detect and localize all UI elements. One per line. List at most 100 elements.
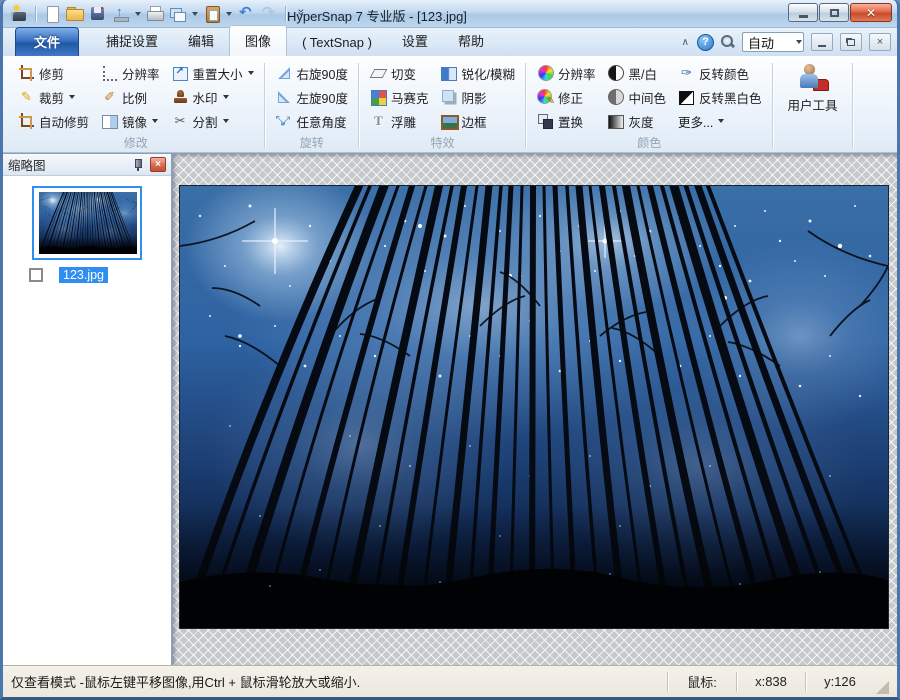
open-folder-icon[interactable]	[65, 4, 85, 24]
paste-icon[interactable]	[202, 4, 222, 24]
button-label: 更多...	[678, 112, 713, 131]
tab-help[interactable]: 帮助	[443, 26, 499, 56]
thumbnail-checkbox[interactable]	[29, 268, 43, 282]
open-image[interactable]	[180, 186, 888, 628]
thumbnail-caption-row: 123.jpg	[3, 267, 171, 283]
thumbnail-item[interactable]	[32, 186, 142, 260]
rotate-left-button[interactable]: 左旋90度	[272, 85, 352, 109]
child-restore-button[interactable]	[840, 33, 862, 51]
tab-capture-settings[interactable]: 捕捉设置	[91, 26, 173, 56]
zoom-mode-select[interactable]: 自动	[742, 32, 804, 52]
minimize-icon	[799, 15, 808, 18]
copy-window-icon[interactable]	[168, 4, 188, 24]
pin-icon[interactable]	[132, 158, 144, 172]
minimize-button[interactable]	[788, 3, 818, 22]
rotate-right-button[interactable]: 右旋90度	[272, 61, 352, 85]
ribbon-group-color: 分辨率 黑/白 ✑反转颜色 修正 中间色 反转黑白色 置换 灰度 更多... 颜…	[526, 59, 773, 152]
midtone-icon	[607, 89, 624, 105]
auto-crop-icon	[18, 113, 35, 129]
redo-icon[interactable]	[259, 4, 279, 24]
free-rotate-button[interactable]: 任意角度	[272, 109, 352, 133]
resolution-ruler-icon	[101, 65, 118, 81]
sharpen-blur-icon	[440, 65, 457, 81]
button-label: 马赛克	[391, 88, 429, 107]
watermark-button[interactable]: 水印	[168, 85, 258, 109]
mirror-button[interactable]: 镜像	[97, 109, 164, 133]
resolution-button[interactable]: 分辨率	[97, 61, 164, 85]
ribbon-group-modify: 修剪 分辨率 重置大小 ✎裁剪 ✐比例 水印 自动修剪 镜像 ✂分割 修改	[7, 59, 265, 152]
button-label: 重置大小	[193, 64, 243, 83]
group-label-modify: 修改	[7, 134, 265, 151]
tab-edit[interactable]: 编辑	[173, 26, 229, 56]
collapse-ribbon-icon[interactable]: ∧	[680, 37, 691, 48]
button-label: 左旋90度	[297, 88, 348, 107]
child-close-button[interactable]: ×	[869, 33, 891, 51]
frame-button[interactable]: 边框	[436, 109, 518, 133]
color-resolution-button[interactable]: 分辨率	[533, 61, 600, 85]
tab-image[interactable]: 图像	[229, 25, 287, 56]
tab-textsnap[interactable]: ( TextSnap )	[287, 30, 387, 56]
maximize-button[interactable]	[819, 3, 849, 22]
free-rotate-icon	[276, 113, 293, 129]
midtone-button[interactable]: 中间色	[603, 85, 670, 109]
save-icon[interactable]	[88, 4, 108, 24]
child-minimize-button[interactable]	[811, 33, 833, 51]
grayscale-button[interactable]: 灰度	[603, 109, 670, 133]
export-icon[interactable]	[111, 4, 131, 24]
toolbar-separator	[285, 6, 286, 22]
new-file-icon[interactable]	[42, 4, 62, 24]
shadow-button[interactable]: 阴影	[436, 85, 518, 109]
app-logo-icon[interactable]	[9, 4, 29, 24]
dropdown-arrow-icon	[69, 95, 75, 99]
dropdown-arrow-icon[interactable]	[226, 12, 232, 16]
zoom-magnifier-icon[interactable]	[720, 34, 736, 50]
resize-button[interactable]: 重置大小	[168, 61, 258, 85]
dropdown-arrow-icon[interactable]	[192, 12, 198, 16]
resize-grip[interactable]	[876, 681, 889, 694]
user-tools-button[interactable]: 用户工具	[780, 61, 846, 116]
invert-bw-button[interactable]: 反转黑白色	[674, 85, 766, 109]
panel-title: 缩略图	[8, 155, 132, 174]
undo-icon[interactable]	[236, 4, 256, 24]
scale-ruler-icon: ✐	[101, 89, 118, 105]
button-label: 镜像	[122, 112, 147, 131]
thumbnail-list: 123.jpg	[3, 176, 171, 665]
emboss-button[interactable]: T浮雕	[366, 109, 433, 133]
split-button[interactable]: ✂分割	[168, 109, 258, 133]
crop-button[interactable]: 修剪	[14, 61, 93, 85]
thumbnail-filename[interactable]: 123.jpg	[59, 267, 108, 283]
trim-button[interactable]: ✎裁剪	[14, 85, 93, 109]
auto-crop-button[interactable]: 自动修剪	[14, 109, 93, 133]
help-icon[interactable]: ?	[697, 34, 714, 51]
mosaic-button[interactable]: 马赛克	[366, 85, 433, 109]
invert-colors-button[interactable]: ✑反转颜色	[674, 61, 766, 85]
panel-close-icon[interactable]	[150, 157, 166, 172]
ribbon: 修剪 分辨率 重置大小 ✎裁剪 ✐比例 水印 自动修剪 镜像 ✂分割 修改 右旋…	[3, 56, 897, 153]
ribbon-tab-bar: 文件 捕捉设置 编辑 图像 ( TextSnap ) 设置 帮助 ∧ ? 自动 …	[3, 28, 897, 56]
stamp-icon	[172, 89, 189, 105]
crop-icon	[18, 65, 35, 81]
tab-bar-controls: ∧ ? 自动 ×	[680, 32, 891, 52]
sharpen-blur-button[interactable]: 锐化/模糊	[436, 61, 518, 85]
button-label: 水印	[193, 88, 218, 107]
print-icon[interactable]	[145, 4, 165, 24]
zoom-mode-value: 自动	[748, 33, 795, 52]
color-correct-button[interactable]: 修正	[533, 85, 600, 109]
window-title: HyperSnap 7 专业版 - [123.jpg]	[287, 6, 467, 25]
close-button[interactable]: ✕	[850, 3, 892, 22]
shear-button[interactable]: 切变	[366, 61, 433, 85]
tab-file[interactable]: 文件	[15, 27, 79, 56]
dropdown-arrow-icon[interactable]	[135, 12, 141, 16]
button-label: 边框	[461, 112, 486, 131]
black-white-button[interactable]: 黑/白	[603, 61, 670, 85]
dropdown-arrow-icon	[248, 71, 254, 75]
dropdown-arrow-icon	[223, 95, 229, 99]
replace-color-button[interactable]: 置换	[533, 109, 600, 133]
scale-button[interactable]: ✐比例	[97, 85, 164, 109]
rotate-left-icon	[276, 89, 293, 105]
image-canvas[interactable]	[173, 154, 897, 665]
more-colors-button[interactable]: 更多...	[674, 109, 766, 133]
tab-settings[interactable]: 设置	[387, 26, 443, 56]
button-label: 比例	[122, 88, 147, 107]
resize-icon	[172, 65, 189, 81]
